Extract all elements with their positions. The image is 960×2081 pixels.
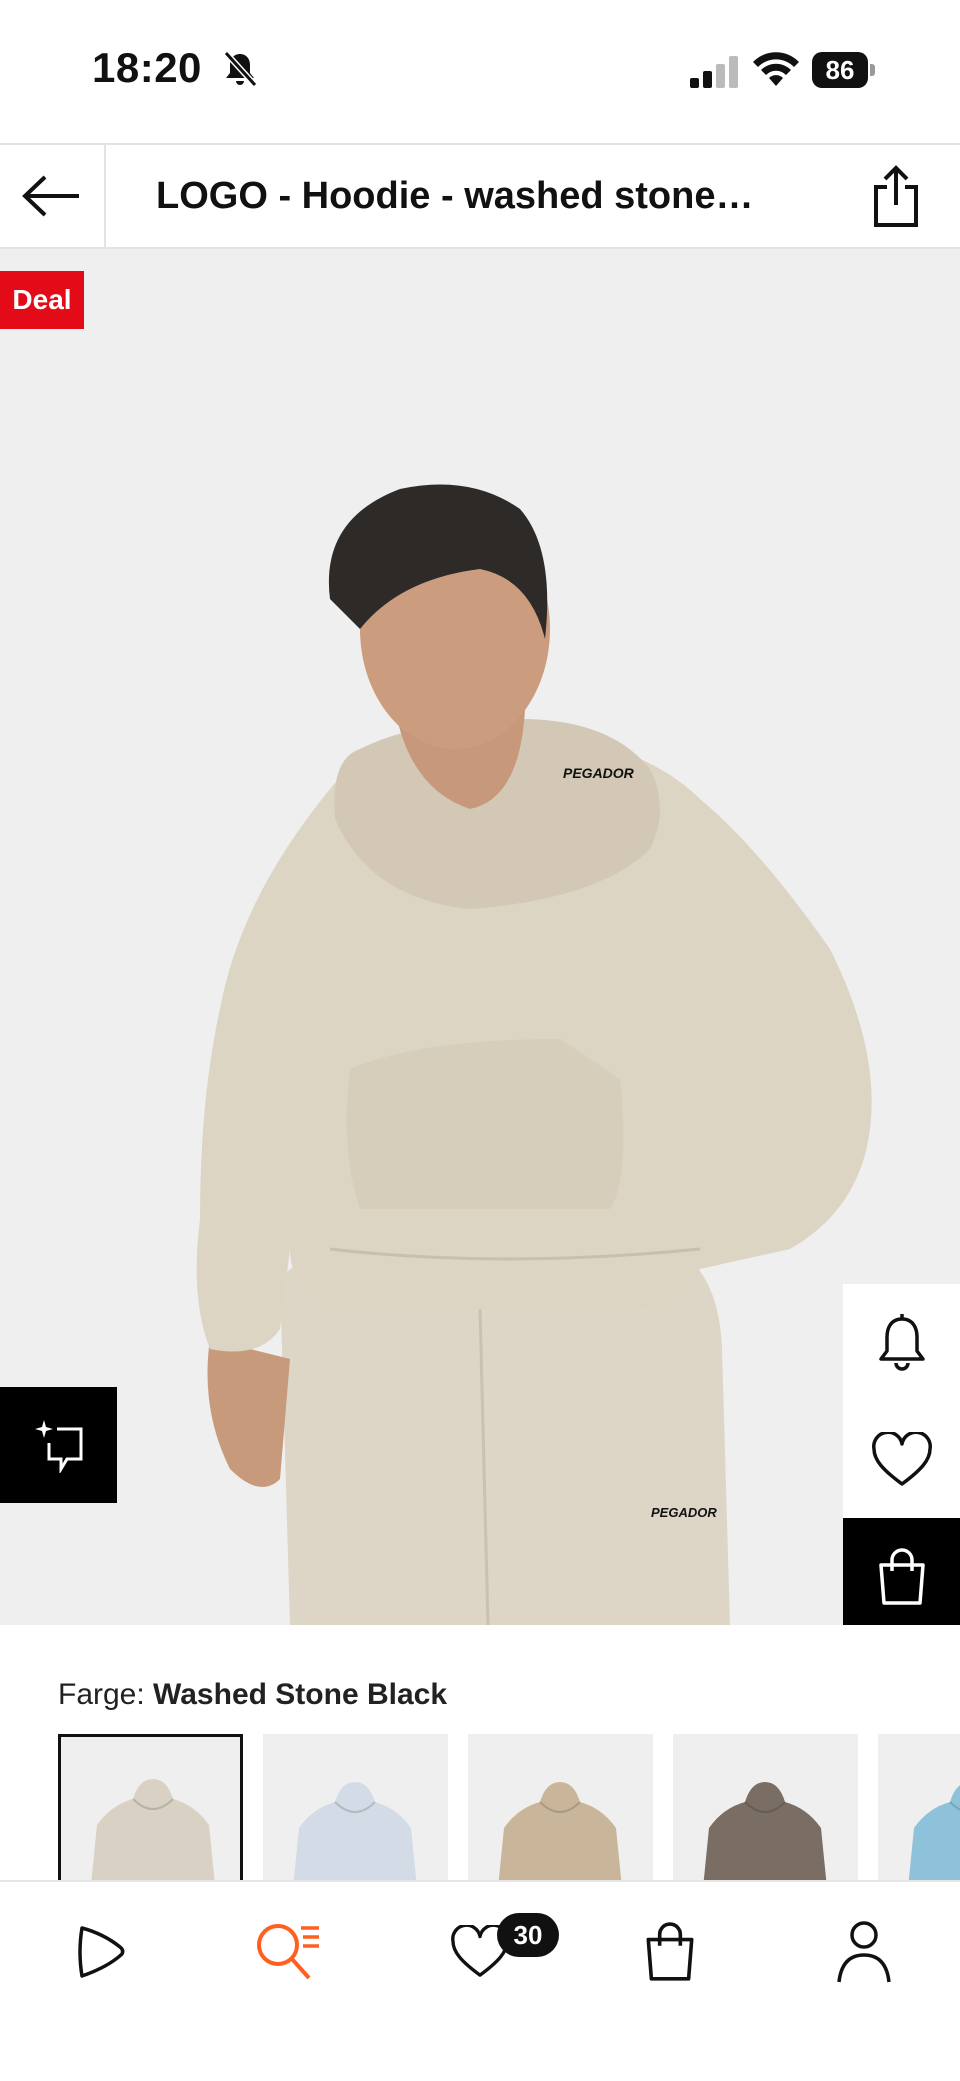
color-label: Farge: Washed Stone Black bbox=[58, 1678, 447, 1712]
product-image[interactable]: PEGADOR PEGADOR Deal bbox=[0, 249, 960, 1625]
signal-icon bbox=[690, 56, 738, 88]
nav-home[interactable] bbox=[58, 1912, 138, 1992]
wishlist-button[interactable] bbox=[843, 1401, 960, 1518]
hoodie-thumbnail bbox=[293, 1782, 417, 1884]
color-swatches bbox=[58, 1734, 960, 1884]
bag-icon bbox=[878, 1547, 925, 1605]
selected-color-name: Washed Stone Black bbox=[153, 1678, 448, 1711]
nav-cart[interactable] bbox=[630, 1912, 710, 1992]
hoodie-thumbnail bbox=[91, 1779, 215, 1881]
svg-text:PEGADOR: PEGADOR bbox=[651, 1505, 717, 1520]
color-label-prefix: Farge: bbox=[58, 1678, 154, 1711]
color-swatch[interactable] bbox=[878, 1734, 960, 1884]
svg-text:PEGADOR: PEGADOR bbox=[563, 765, 635, 781]
nav-search[interactable] bbox=[248, 1912, 328, 1992]
add-to-cart-button[interactable] bbox=[843, 1518, 960, 1625]
bell-off-icon bbox=[223, 50, 258, 88]
model-photo: PEGADOR PEGADOR bbox=[196, 484, 872, 1625]
heart-icon bbox=[871, 1431, 932, 1486]
color-swatch[interactable] bbox=[468, 1734, 653, 1884]
search-list-icon bbox=[257, 1924, 319, 1980]
battery-indicator: 86 bbox=[812, 52, 876, 88]
product-header: LOGO - Hoodie - washed stone… bbox=[0, 143, 960, 249]
person-icon bbox=[837, 1921, 891, 1983]
play-icon bbox=[78, 1926, 125, 1978]
hoodie-thumbnail bbox=[908, 1785, 960, 1884]
status-time: 18:20 bbox=[92, 44, 202, 91]
bell-icon bbox=[878, 1313, 925, 1371]
battery-level: 86 bbox=[812, 52, 868, 88]
sparkle-similar-icon bbox=[34, 1420, 82, 1473]
color-swatch[interactable] bbox=[673, 1734, 858, 1884]
bag-icon bbox=[646, 1922, 694, 1981]
share-icon[interactable] bbox=[868, 165, 924, 229]
color-swatch[interactable] bbox=[58, 1734, 243, 1884]
deal-badge: Deal bbox=[0, 271, 84, 329]
color-selector: Farge: Washed Stone Black bbox=[0, 1634, 960, 1884]
page-title: LOGO - Hoodie - washed stone… bbox=[156, 175, 754, 217]
battery-nub bbox=[870, 64, 875, 76]
back-button[interactable] bbox=[0, 145, 106, 247]
wishlist-count-badge: 30 bbox=[497, 1913, 559, 1957]
arrow-left-icon bbox=[22, 175, 79, 217]
status-bar: 18:20 86 bbox=[0, 0, 960, 143]
product-side-actions bbox=[843, 1284, 960, 1625]
wifi-icon bbox=[753, 52, 799, 86]
bottom-navigation: 30 bbox=[0, 1880, 960, 2081]
hoodie-thumbnail bbox=[703, 1782, 827, 1884]
color-swatch[interactable] bbox=[263, 1734, 448, 1884]
notify-button[interactable] bbox=[843, 1284, 960, 1401]
nav-profile[interactable] bbox=[824, 1912, 904, 1992]
hoodie-thumbnail bbox=[498, 1782, 622, 1884]
find-similar-button[interactable] bbox=[0, 1387, 117, 1503]
